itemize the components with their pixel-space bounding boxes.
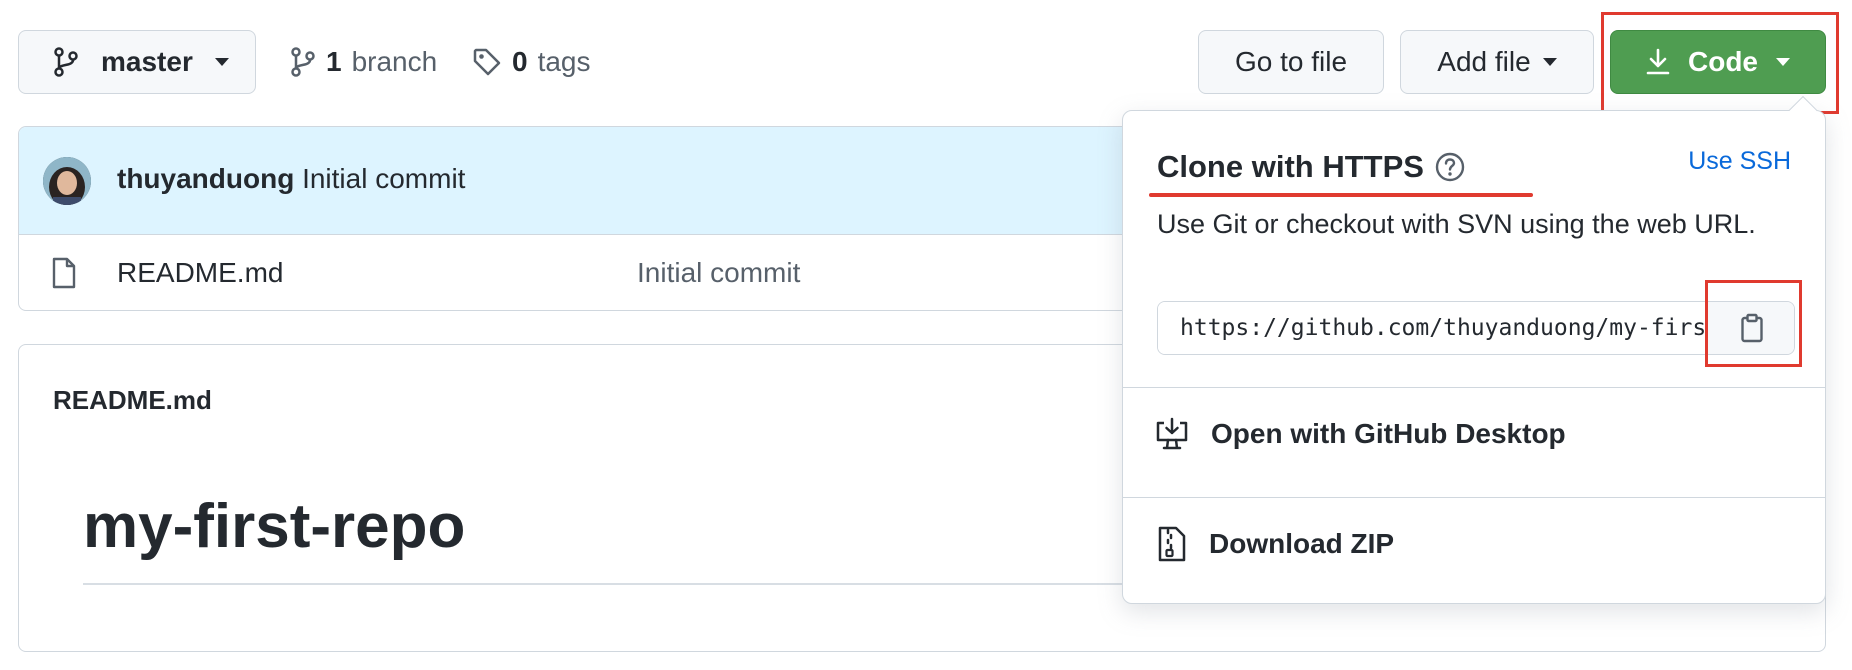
readme-title: my-first-repo <box>83 492 466 561</box>
branches-label: branch <box>351 46 438 77</box>
go-to-file-button[interactable]: Go to file <box>1198 30 1384 94</box>
code-label: Code <box>1688 46 1758 77</box>
use-ssh-link[interactable]: Use SSH <box>1688 147 1791 176</box>
dropdown-caret <box>1788 95 1818 125</box>
clone-title-underline <box>1149 193 1533 197</box>
tags-label: tags <box>537 46 591 77</box>
branches-count: 1 <box>326 46 342 77</box>
git-branch-icon <box>53 47 79 77</box>
clipboard-icon <box>1740 313 1764 343</box>
readme-header: README.md <box>53 385 212 415</box>
add-file-label: Add file <box>1437 46 1531 77</box>
question-icon[interactable] <box>1434 151 1466 183</box>
go-to-file-label: Go to file <box>1234 46 1348 77</box>
file-icon <box>51 257 77 289</box>
download-zip-item[interactable]: Download ZIP <box>1123 498 1825 590</box>
clone-title: Clone with HTTPS <box>1157 149 1466 185</box>
clone-title-text: Clone with HTTPS <box>1157 149 1424 184</box>
commit-summary: thuyanduong Initial commit <box>117 163 465 195</box>
git-branch-icon <box>290 47 316 77</box>
chevron-down-icon <box>1776 58 1790 66</box>
desktop-download-icon <box>1155 417 1189 451</box>
open-desktop-label: Open with GitHub Desktop <box>1211 418 1566 449</box>
code-button[interactable]: Code <box>1610 30 1826 94</box>
commit-message[interactable]: Initial commit <box>302 163 465 194</box>
file-name[interactable]: README.md <box>117 257 283 289</box>
readme-title-divider <box>83 583 1143 585</box>
branch-select-button[interactable]: master <box>18 30 256 94</box>
branch-name: master <box>101 46 193 77</box>
branches-link[interactable]: 1 branch <box>290 40 437 84</box>
download-zip-label: Download ZIP <box>1209 528 1395 559</box>
tags-link[interactable]: 0 tags <box>472 40 591 84</box>
copy-url-button[interactable] <box>1706 302 1794 354</box>
chevron-down-icon <box>1542 58 1557 66</box>
clone-url-input[interactable] <box>1158 302 1706 354</box>
avatar[interactable] <box>43 157 91 205</box>
file-zip-icon <box>1157 526 1187 562</box>
download-icon <box>1646 48 1670 76</box>
clone-dropdown: Clone with HTTPS Use SSH Use Git or chec… <box>1122 95 1826 604</box>
clone-help-text: Use Git or checkout with SVN using the w… <box>1157 209 1756 239</box>
chevron-down-icon <box>214 58 229 66</box>
open-desktop-item[interactable]: Open with GitHub Desktop <box>1123 388 1825 480</box>
tags-count: 0 <box>512 46 528 77</box>
commit-author[interactable]: thuyanduong <box>117 163 294 194</box>
file-commit-message[interactable]: Initial commit <box>637 257 800 289</box>
tag-icon <box>472 47 502 77</box>
add-file-button[interactable]: Add file <box>1400 30 1594 94</box>
clone-url-group <box>1157 301 1795 355</box>
